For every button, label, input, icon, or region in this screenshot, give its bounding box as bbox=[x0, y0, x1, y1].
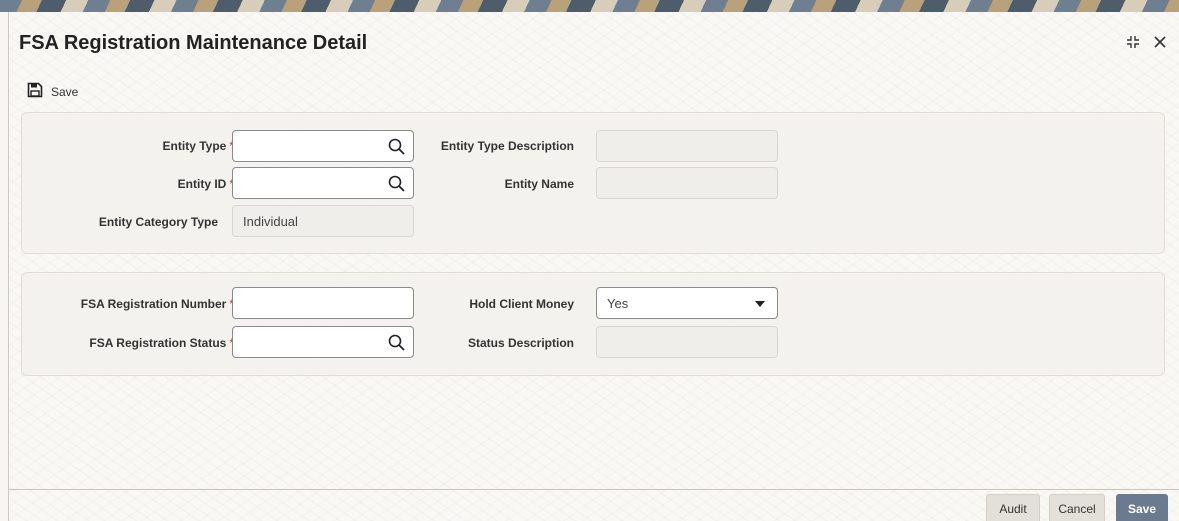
save-button[interactable]: Save bbox=[1116, 494, 1168, 521]
header-decoration-strip bbox=[0, 0, 1179, 12]
status-description-field bbox=[596, 326, 778, 358]
entity-type-input[interactable] bbox=[232, 130, 414, 162]
detail-window: FSA Registration Maintenance Detail Save… bbox=[8, 12, 1179, 521]
fsa-registration-status-input[interactable] bbox=[232, 326, 414, 358]
entity-type-description-label: Entity Type Description bbox=[440, 139, 574, 153]
entity-type-label: Entity Type* bbox=[162, 139, 234, 153]
cancel-button[interactable]: Cancel bbox=[1049, 494, 1105, 521]
window-title: FSA Registration Maintenance Detail bbox=[19, 32, 368, 54]
toolbar-save-button[interactable]: Save bbox=[27, 82, 78, 101]
entity-category-type-field: Individual bbox=[232, 205, 414, 237]
hold-client-money-select[interactable]: Yes bbox=[596, 287, 778, 319]
window-controls bbox=[1125, 34, 1167, 54]
footer-bar: Audit Cancel Save bbox=[9, 489, 1179, 521]
registration-section: FSA Registration Number* Hold Client Mon… bbox=[21, 272, 1165, 376]
save-icon bbox=[27, 82, 43, 101]
fsa-registration-number-input[interactable] bbox=[232, 287, 414, 319]
dropdown-caret-icon bbox=[755, 301, 765, 307]
search-icon[interactable] bbox=[388, 334, 405, 354]
hold-client-money-label: Hold Client Money bbox=[469, 297, 574, 311]
entity-id-input[interactable] bbox=[232, 167, 414, 199]
entity-name-label: Entity Name bbox=[504, 177, 574, 191]
fsa-registration-status-label: FSA Registration Status* bbox=[89, 336, 234, 350]
entity-section: Entity Type* Entity Type Description Ent… bbox=[21, 112, 1165, 254]
search-icon[interactable] bbox=[388, 175, 405, 195]
audit-button[interactable]: Audit bbox=[986, 494, 1040, 521]
status-description-label: Status Description bbox=[467, 336, 574, 350]
entity-name-field bbox=[596, 167, 778, 199]
toolbar-save-label: Save bbox=[51, 84, 79, 99]
fsa-registration-number-label: FSA Registration Number* bbox=[80, 297, 234, 311]
search-icon[interactable] bbox=[388, 138, 405, 158]
entity-id-label: Entity ID* bbox=[177, 177, 234, 191]
close-icon[interactable] bbox=[1153, 35, 1167, 53]
entity-category-type-label: Entity Category Type bbox=[98, 215, 218, 229]
entity-type-description-field bbox=[596, 130, 778, 162]
minimize-icon[interactable] bbox=[1125, 34, 1141, 54]
